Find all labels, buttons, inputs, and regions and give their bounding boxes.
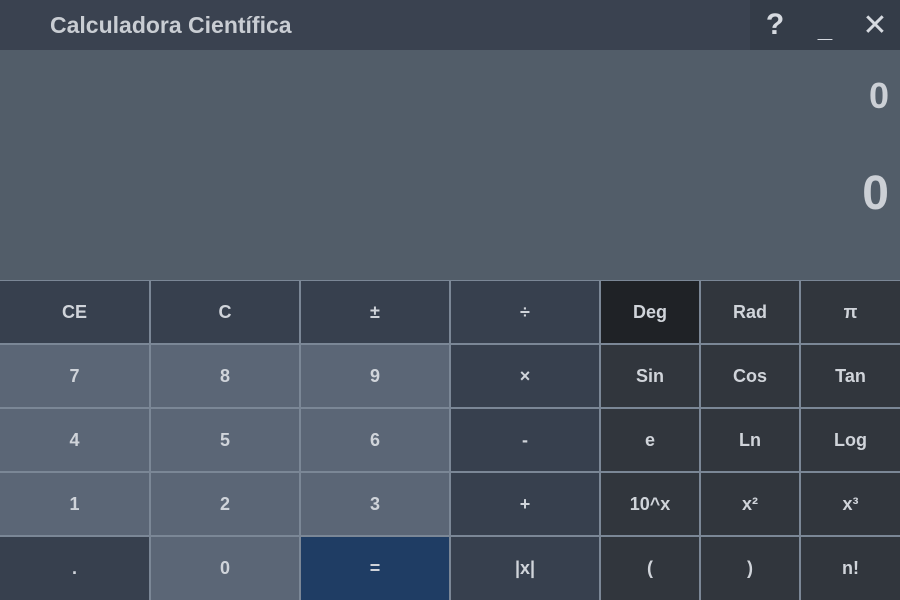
multiply-button[interactable]: × xyxy=(451,345,599,407)
plus-button[interactable]: + xyxy=(451,473,599,535)
clear-button[interactable]: C xyxy=(151,281,299,343)
digit-8-button[interactable]: 8 xyxy=(151,345,299,407)
digit-9-button[interactable]: 9 xyxy=(301,345,449,407)
sin-button[interactable]: Sin xyxy=(601,345,699,407)
tan-button[interactable]: Tan xyxy=(801,345,900,407)
window-controls: ? _ ✕ xyxy=(750,0,900,50)
plus-minus-button[interactable]: ± xyxy=(301,281,449,343)
digit-5-button[interactable]: 5 xyxy=(151,409,299,471)
display-area: 0 0 xyxy=(0,50,900,280)
digit-6-button[interactable]: 6 xyxy=(301,409,449,471)
ln-button[interactable]: Ln xyxy=(701,409,799,471)
divide-button[interactable]: ÷ xyxy=(451,281,599,343)
minus-button[interactable]: - xyxy=(451,409,599,471)
close-button[interactable]: ✕ xyxy=(850,0,900,50)
cos-button[interactable]: Cos xyxy=(701,345,799,407)
digit-3-button[interactable]: 3 xyxy=(301,473,449,535)
digit-1-button[interactable]: 1 xyxy=(0,473,149,535)
left-paren-button[interactable]: ( xyxy=(601,537,699,600)
digit-2-button[interactable]: 2 xyxy=(151,473,299,535)
square-button[interactable]: x² xyxy=(701,473,799,535)
decimal-point-button[interactable]: . xyxy=(0,537,149,600)
minimize-button[interactable]: _ xyxy=(800,0,850,50)
equals-button[interactable]: = xyxy=(301,537,449,600)
window-title: Calculadora Científica xyxy=(50,12,292,38)
right-paren-button[interactable]: ) xyxy=(701,537,799,600)
digit-7-button[interactable]: 7 xyxy=(0,345,149,407)
digit-4-button[interactable]: 4 xyxy=(0,409,149,471)
e-button[interactable]: e xyxy=(601,409,699,471)
absolute-value-button[interactable]: |x| xyxy=(451,537,599,600)
expression-display: 0 xyxy=(868,75,889,116)
title-bar: Calculadora Científica ? _ ✕ xyxy=(0,0,900,50)
ten-power-button[interactable]: 10^x xyxy=(601,473,699,535)
rad-button[interactable]: Rad xyxy=(701,281,799,343)
cube-button[interactable]: x³ xyxy=(801,473,900,535)
pi-button[interactable]: π xyxy=(801,281,900,343)
digit-0-button[interactable]: 0 xyxy=(151,537,299,600)
deg-button[interactable]: Deg xyxy=(601,281,699,343)
log-button[interactable]: Log xyxy=(801,409,900,471)
factorial-button[interactable]: n! xyxy=(801,537,900,600)
ce-button[interactable]: CE xyxy=(0,281,149,343)
result-display: 0 xyxy=(862,167,889,220)
keypad: CE C ± ÷ Deg Rad π 7 8 9 × Sin Cos Tan 4… xyxy=(0,280,900,600)
help-button[interactable]: ? xyxy=(750,0,800,50)
